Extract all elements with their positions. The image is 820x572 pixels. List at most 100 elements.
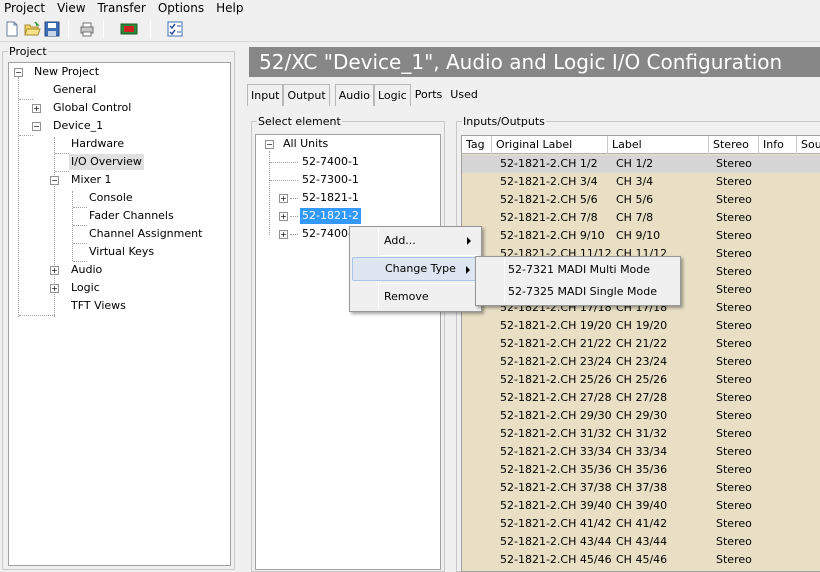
table-row[interactable]: 52-1821-2.CH 1/2 CH 1/2 Stereo xyxy=(462,155,820,173)
unit-item[interactable]: 52-7300-1 xyxy=(302,172,359,188)
expand-toggle[interactable]: + xyxy=(50,284,59,293)
column-header[interactable]: Sou xyxy=(797,136,820,154)
collapse-toggle[interactable]: − xyxy=(265,140,274,149)
tree-item-virtual-keys[interactable]: Virtual Keys xyxy=(89,244,154,260)
table-row[interactable]: 52-1821-2.CH 43/44 CH 43/44 Stereo xyxy=(462,533,820,551)
open-folder-icon[interactable] xyxy=(23,20,41,38)
table-row[interactable]: 52-1821-2.CH 9/10 CH 9/10 Stereo xyxy=(462,227,820,245)
tree-item-fader-channels[interactable]: Fader Channels xyxy=(89,208,174,224)
table-row[interactable]: 52-1821-2.CH 27/28 CH 27/28 Stereo xyxy=(462,389,820,407)
submenu-item-madi-single[interactable]: 52-7325 MADI Single Mode xyxy=(478,280,678,304)
tree-item-logic[interactable]: Logic xyxy=(71,280,100,296)
collapse-toggle[interactable]: − xyxy=(32,122,41,131)
table-cell: 52-1821-2.CH 7/8 xyxy=(500,211,598,224)
tree-item-io-overview[interactable]: I/O Overview xyxy=(69,154,144,170)
table-cell: Stereo xyxy=(716,175,752,188)
tree-item-mixer-1[interactable]: Mixer 1 xyxy=(71,172,112,188)
unit-item-selected[interactable]: 52-1821-2 xyxy=(300,208,361,224)
menu-item-change-type[interactable]: Change Type xyxy=(352,257,479,281)
table-row[interactable]: 52-1821-2.CH 23/24 CH 23/24 Stereo xyxy=(462,353,820,371)
tree-item-new-project[interactable]: New Project xyxy=(34,64,99,80)
tree-item-device-1[interactable]: Device_1 xyxy=(53,118,103,134)
expand-toggle[interactable]: + xyxy=(279,194,288,203)
table-cell: CH 33/34 xyxy=(616,445,668,458)
tree-item-channel-assignment[interactable]: Channel Assignment xyxy=(89,226,202,242)
submenu-item-madi-multi[interactable]: 52-7321 MADI Multi Mode xyxy=(478,258,678,282)
menu-help[interactable]: Help xyxy=(210,0,249,16)
tree-item-hardware[interactable]: Hardware xyxy=(71,136,124,152)
table-row[interactable]: 52-1821-2.CH 39/40 CH 39/40 Stereo xyxy=(462,497,820,515)
table-cell: CH 5/6 xyxy=(616,193,654,206)
select-element-title: Select element xyxy=(257,115,342,128)
table-cell: 52-1821-2.CH 31/32 xyxy=(500,427,612,440)
tree-item-general[interactable]: General xyxy=(53,82,96,98)
column-header[interactable]: Stereo xyxy=(709,136,759,154)
table-row[interactable]: 52-1821-2.CH 3/4 CH 3/4 Stereo xyxy=(462,173,820,191)
table-row[interactable]: 52-1821-2.CH 29/30 CH 29/30 Stereo xyxy=(462,407,820,425)
io-grid[interactable]: Tag Original Label Label Stereo Info Sou… xyxy=(461,135,820,572)
collapse-toggle[interactable]: − xyxy=(14,68,23,77)
table-cell: Stereo xyxy=(716,427,752,440)
tree-item-tft-views[interactable]: TFT Views xyxy=(71,298,126,314)
print-icon[interactable] xyxy=(78,20,96,38)
unit-item[interactable]: 52-7400-1 xyxy=(302,154,359,170)
table-row[interactable]: 52-1821-2.CH 37/38 CH 37/38 Stereo xyxy=(462,479,820,497)
menu-view[interactable]: View xyxy=(51,0,91,16)
tree-line xyxy=(73,243,87,244)
menu-project[interactable]: Project xyxy=(0,0,51,16)
column-header[interactable]: Label xyxy=(608,136,709,154)
project-tree[interactable]: − New Project General + Global Control −… xyxy=(8,62,231,566)
expand-toggle[interactable]: + xyxy=(279,212,288,221)
table-row[interactable]: 52-1821-2.CH 33/34 CH 33/34 Stereo xyxy=(462,443,820,461)
table-cell: Stereo xyxy=(716,517,752,530)
menu-item-remove[interactable]: Remove xyxy=(352,285,479,309)
menu-options[interactable]: Options xyxy=(152,0,210,16)
tree-item-console[interactable]: Console xyxy=(89,190,133,206)
table-cell: Stereo xyxy=(716,229,752,242)
new-file-icon[interactable] xyxy=(3,20,21,38)
table-cell: Stereo xyxy=(716,193,752,206)
table-cell: Stereo xyxy=(716,157,752,170)
tab-input[interactable]: Input xyxy=(247,84,284,106)
table-row[interactable]: 52-1821-2.CH 7/8 CH 7/8 Stereo xyxy=(462,209,820,227)
unit-tree[interactable]: − All Units 52-7400-1 52-7300-1 + 52-182… xyxy=(255,134,441,570)
panel-splitter[interactable] xyxy=(237,45,245,572)
expand-toggle[interactable]: + xyxy=(32,104,41,113)
collapse-toggle[interactable]: − xyxy=(50,176,59,185)
tab-audio[interactable]: Audio xyxy=(334,84,374,106)
tree-line xyxy=(270,162,298,163)
table-cell: 52-1821-2.CH 37/38 xyxy=(500,481,612,494)
tab-used[interactable]: Used xyxy=(446,84,482,106)
table-cell: Stereo xyxy=(716,463,752,476)
table-row[interactable]: 52-1821-2.CH 41/42 CH 41/42 Stereo xyxy=(462,515,820,533)
save-icon[interactable] xyxy=(43,20,61,38)
column-header[interactable]: Original Label xyxy=(492,136,608,154)
expand-toggle[interactable]: + xyxy=(279,230,288,239)
table-row[interactable]: 52-1821-2.CH 19/20 CH 19/20 Stereo xyxy=(462,317,820,335)
tab-logic[interactable]: Logic xyxy=(373,84,411,106)
column-header[interactable]: Tag xyxy=(462,136,492,154)
expand-toggle[interactable]: + xyxy=(50,266,59,275)
tab-output[interactable]: Output xyxy=(283,84,330,106)
table-row[interactable]: 52-1821-2.CH 45/46 CH 45/46 Stereo xyxy=(462,551,820,569)
tree-line xyxy=(72,191,73,261)
device-red-icon[interactable] xyxy=(120,20,138,38)
table-row[interactable]: 52-1821-2.CH 35/36 CH 35/36 Stereo xyxy=(462,461,820,479)
checklist-icon[interactable] xyxy=(166,20,184,38)
table-row[interactable]: 52-1821-2.CH 21/22 CH 21/22 Stereo xyxy=(462,335,820,353)
table-cell: CH 37/38 xyxy=(616,481,668,494)
table-row[interactable]: 52-1821-2.CH 31/32 CH 31/32 Stereo xyxy=(462,425,820,443)
menu-item-add[interactable]: Add... xyxy=(352,229,479,253)
tab-ports[interactable]: Ports xyxy=(411,84,447,106)
table-cell: CH 31/32 xyxy=(616,427,668,440)
tree-item-audio[interactable]: Audio xyxy=(71,262,102,278)
unit-item[interactable]: 52-1821-1 xyxy=(302,190,359,206)
table-cell: Stereo xyxy=(716,283,752,296)
io-grid-header: Tag Original Label Label Stereo Info Sou xyxy=(462,136,820,154)
column-header[interactable]: Info xyxy=(759,136,797,154)
menu-transfer[interactable]: Transfer xyxy=(92,0,152,16)
table-row[interactable]: 52-1821-2.CH 25/26 CH 25/26 Stereo xyxy=(462,371,820,389)
table-row[interactable]: 52-1821-2.CH 5/6 CH 5/6 Stereo xyxy=(462,191,820,209)
unit-all-units[interactable]: All Units xyxy=(283,136,328,152)
tree-item-global-control[interactable]: Global Control xyxy=(53,100,131,116)
